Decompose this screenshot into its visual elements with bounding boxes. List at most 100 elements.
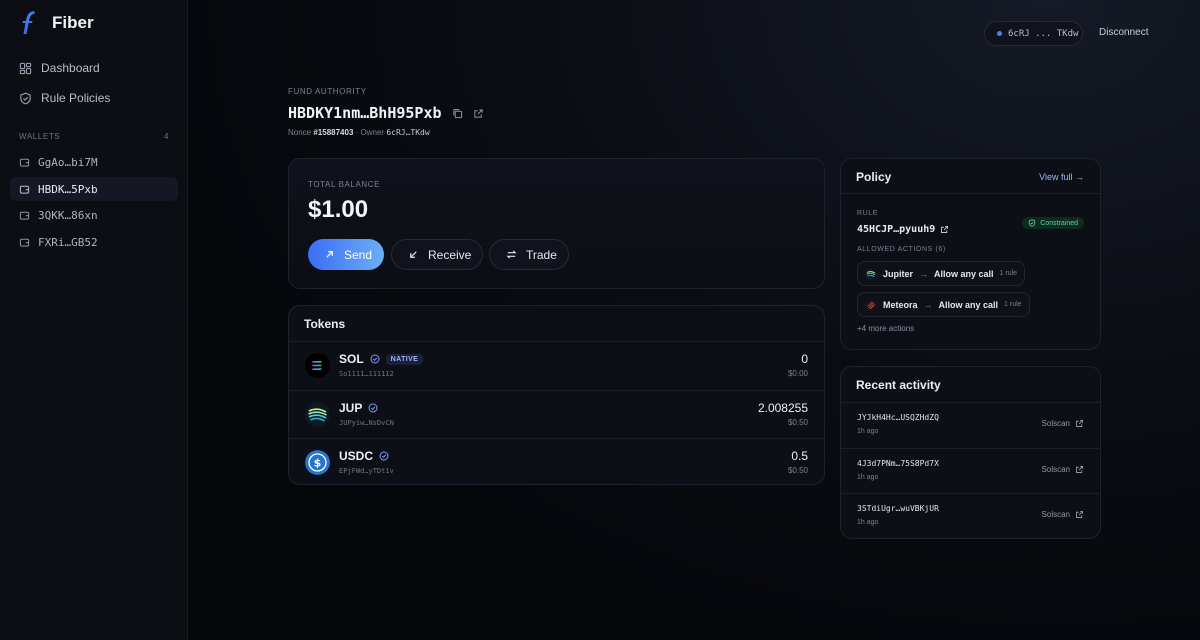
wallet-label: 3QKK…86xn	[38, 208, 98, 222]
allowed-actions-label: ALLOWED ACTIONS (6)	[857, 246, 946, 253]
token-row[interactable]: $ USDC EPjFWd…yTDt1v 0.5 $0.50	[289, 439, 824, 487]
shield-check-icon	[1029, 219, 1036, 227]
wallet-icon	[19, 185, 30, 194]
token-symbol-text: USDC	[339, 449, 374, 463]
balance-card: TOTAL BALANCE $1.00 Send Receive Trade	[288, 158, 825, 289]
wallet-label: FXRi…GB52	[38, 235, 98, 249]
nav-rule-policies[interactable]: Rule Policies	[10, 84, 178, 112]
nav-dashboard[interactable]: Dashboard	[10, 54, 178, 82]
recent-activity-title: Recent activity	[856, 378, 941, 392]
trade-label: Trade	[526, 247, 557, 262]
transaction-hash: JYJkH4Hc…USQZHdZQ	[857, 413, 939, 422]
wallet-icon	[19, 211, 30, 220]
activity-row: JYJkH4Hc…USQZHdZQ 1h ago Solscan	[841, 403, 1100, 448]
sidebar-wallet-item[interactable]: FXRi…GB52	[10, 230, 178, 254]
token-row[interactable]: SOL NATIVE So1111…111112 0 $0.00	[289, 342, 824, 390]
status-badge-label: Constrained	[1040, 219, 1078, 227]
token-mint: JUPyiw…NsDvCN	[339, 419, 394, 427]
transaction-hash: 3STdiUgr…wuVBKjUR	[857, 504, 939, 513]
brand[interactable]: Fiber	[20, 10, 94, 36]
jupiter-icon	[865, 267, 877, 280]
token-amount: 0.5	[791, 449, 808, 463]
action-permission: Allow any call	[938, 299, 999, 310]
wallet-icon	[19, 158, 30, 167]
total-balance-label: TOTAL BALANCE	[308, 180, 381, 189]
verified-icon	[368, 403, 378, 413]
rule-address: 45HCJP…pyuuh9	[857, 224, 936, 235]
token-mint: So1111…111112	[339, 370, 394, 378]
token-usd-value: $0.50	[787, 418, 808, 427]
token-row[interactable]: JUP JUPyiw…NsDvCN 2.008255 $0.50	[289, 391, 824, 439]
transaction-hash: 4J3d7PNm…75S8Pd7X	[857, 459, 939, 468]
action-rule-count: 1 rule	[999, 270, 1018, 277]
fund-authority-address: HBDKY1nm…BhH95Pxb	[288, 104, 442, 122]
verified-icon	[370, 354, 380, 364]
connected-wallet-pill[interactable]: 6cRJ ... TKdw	[984, 21, 1083, 46]
recent-activity-card: Recent activity JYJkH4Hc…USQZHdZQ 1h ago…	[840, 366, 1101, 539]
activity-row: 3STdiUgr…wuVBKjUR 1h ago Solscan	[841, 494, 1100, 539]
arrow-down-left-icon	[410, 251, 417, 258]
jupiter-token-icon	[305, 402, 330, 427]
fund-authority-label: FUND AUTHORITY	[288, 87, 367, 96]
nav-rule-policies-label: Rule Policies	[41, 91, 111, 105]
action-chip[interactable]: Meteora → Allow any call 1 rule	[857, 292, 1030, 317]
owner-value: 6cRJ…TKdw	[386, 128, 430, 137]
action-chip[interactable]: Jupiter → Allow any call 1 rule	[857, 261, 1026, 286]
native-badge: NATIVE	[385, 353, 424, 365]
rule-address-link[interactable]: 45HCJP…pyuuh9	[857, 224, 949, 235]
arrow-right-icon: →	[923, 299, 933, 310]
fund-meta: Nonce #15887403 · Owner 6cRJ…TKdw	[288, 128, 430, 137]
transaction-time: 1h ago	[857, 474, 879, 481]
policy-title: Policy	[856, 170, 892, 184]
external-link-icon	[1076, 466, 1083, 473]
solscan-link[interactable]: Solscan	[1042, 465, 1084, 474]
more-actions-link[interactable]: +4 more actions	[857, 324, 914, 333]
trade-button[interactable]: Trade	[489, 239, 569, 270]
external-link-icon	[941, 226, 949, 233]
solscan-link[interactable]: Solscan	[1042, 510, 1084, 519]
receive-label: Receive	[428, 247, 472, 262]
external-link-icon	[1076, 511, 1083, 518]
external-link-icon	[1076, 420, 1083, 427]
solscan-link[interactable]: Solscan	[1042, 419, 1084, 428]
token-amount: 0	[801, 352, 808, 366]
solana-token-icon	[305, 353, 330, 378]
disconnect-button[interactable]: Disconnect	[1099, 27, 1148, 38]
divider	[841, 193, 1100, 194]
sidebar-wallet-item[interactable]: 3QKK…86xn	[10, 203, 178, 227]
token-symbol: USDC	[339, 449, 389, 463]
copy-icon[interactable]	[452, 108, 463, 119]
connection-status-dot	[997, 31, 1002, 36]
send-label: Send	[344, 247, 373, 262]
transaction-time: 1h ago	[857, 428, 879, 435]
activity-row: 4J3d7PNm…75S8Pd7X 1h ago Solscan	[841, 449, 1100, 494]
transaction-time: 1h ago	[857, 519, 879, 526]
token-symbol-text: SOL	[339, 352, 364, 366]
token-symbol-text: JUP	[339, 401, 363, 415]
sidebar: Fiber Dashboard Rule Policies WALLETS 4 …	[0, 0, 188, 640]
receive-button[interactable]: Receive	[391, 239, 483, 270]
policy-card: Policy View full → RULE 45HCJP…pyuuh9 Co…	[840, 158, 1101, 350]
sidebar-wallet-item[interactable]: GgAo…bi7M	[10, 150, 178, 174]
wallets-header-label: WALLETS	[19, 132, 61, 141]
token-symbol: SOL NATIVE	[339, 352, 424, 366]
token-usd-value: $0.00	[787, 369, 808, 378]
total-balance-value: $1.00	[308, 196, 369, 223]
wallet-label: HBDK…5Pxb	[38, 182, 98, 196]
external-link-icon[interactable]	[473, 108, 484, 119]
sidebar-wallet-item-active[interactable]: HBDK…5Pxb	[10, 177, 178, 201]
wallet-icon	[19, 238, 30, 247]
view-full-link[interactable]: View full →	[1039, 172, 1084, 182]
send-button[interactable]: Send	[308, 239, 384, 270]
status-badge: Constrained	[1022, 217, 1084, 229]
wallet-label: GgAo…bi7M	[38, 155, 98, 169]
app-name: Fiber	[52, 13, 94, 32]
wallets-count: 4	[163, 132, 169, 141]
nonce-value: #15887403	[313, 128, 354, 137]
tokens-card: Tokens SOL NATIVE So1111…111112 0 $0.00	[288, 305, 825, 485]
token-amount: 2.008255	[757, 401, 808, 415]
meteora-icon	[865, 298, 877, 311]
owner-label: · Owner	[355, 128, 385, 137]
svg-text:$: $	[314, 457, 322, 470]
token-mint: EPjFWd…yTDt1v	[339, 467, 394, 475]
